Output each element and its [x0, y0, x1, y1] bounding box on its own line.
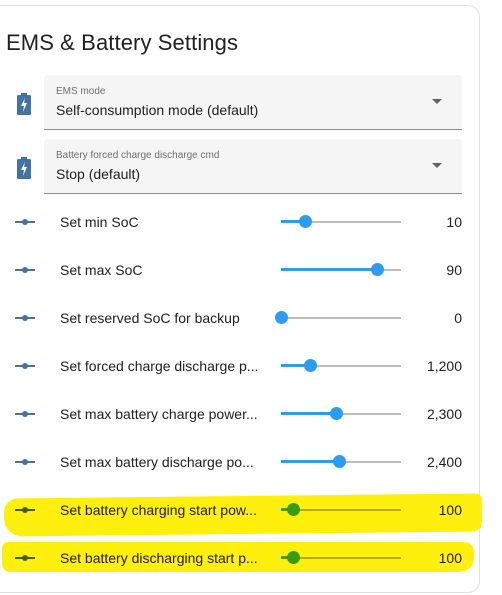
number-slider[interactable]: [281, 551, 401, 564]
select-value: Stop (default): [56, 166, 141, 182]
number-row: Set forced charge discharge p... 1,200: [0, 351, 480, 381]
number-value: 2,300: [426, 406, 462, 422]
number-value: 1,200: [426, 358, 462, 374]
select-label: EMS mode: [56, 86, 106, 97]
select-row-ems-mode: EMS mode Self-consumption mode (default): [0, 75, 480, 130]
number-slider[interactable]: [281, 503, 401, 516]
number-label: Set min SoC: [60, 214, 139, 230]
number-slider[interactable]: [281, 359, 401, 372]
select-value: Self-consumption mode (default): [56, 102, 259, 118]
number-value: 100: [438, 550, 462, 566]
slider-thumb[interactable]: [330, 407, 344, 420]
ray-vertex-icon: [15, 459, 35, 465]
number-value: 0: [454, 310, 462, 326]
ray-vertex-icon: [15, 363, 35, 369]
number-row: Set battery charging start pow... 100: [0, 495, 480, 525]
slider-fill: [281, 268, 377, 271]
forced-cmd-select[interactable]: Battery forced charge discharge cmd Stop…: [44, 139, 462, 194]
number-slider[interactable]: [281, 407, 401, 420]
number-value: 2,400: [426, 454, 462, 470]
slider-thumb[interactable]: [371, 263, 384, 276]
number-slider[interactable]: [281, 263, 401, 276]
battery-charging-icon: [17, 157, 31, 179]
ray-vertex-icon: [15, 267, 35, 273]
slider-track: [281, 317, 401, 319]
number-row: Set max SoC 90: [0, 255, 480, 285]
slider-thumb[interactable]: [332, 455, 346, 468]
number-row: Set min SoC 10: [0, 207, 480, 237]
slider-thumb[interactable]: [303, 359, 317, 372]
number-row: Set max battery discharge po... 2,400: [0, 447, 480, 477]
number-label: Set battery discharging start p...: [60, 550, 258, 566]
slider-thumb[interactable]: [287, 551, 300, 564]
number-row: Set max battery charge power... 2,300: [0, 399, 480, 429]
number-slider[interactable]: [281, 215, 401, 228]
number-label: Set forced charge discharge p...: [60, 358, 259, 374]
number-label: Set max SoC: [60, 262, 143, 278]
ray-vertex-icon: [15, 315, 35, 321]
number-label: Set battery charging start pow...: [60, 502, 257, 518]
slider-thumb[interactable]: [299, 215, 312, 228]
select-label: Battery forced charge discharge cmd: [56, 150, 220, 161]
number-label: Set max battery discharge po...: [60, 454, 254, 470]
ray-vertex-icon: [15, 219, 35, 225]
dropdown-arrow-icon[interactable]: [432, 163, 442, 168]
number-label: Set reserved SoC for backup: [60, 310, 240, 326]
number-slider[interactable]: [275, 311, 401, 324]
number-slider[interactable]: [281, 455, 401, 468]
dropdown-arrow-icon[interactable]: [432, 99, 442, 104]
ray-vertex-icon: [15, 507, 35, 513]
number-value: 10: [446, 214, 462, 230]
slider-fill: [281, 412, 337, 415]
slider-fill: [281, 460, 339, 463]
ray-vertex-icon: [15, 555, 35, 561]
number-row: Set reserved SoC for backup 0: [0, 303, 480, 333]
select-row-forced-cmd: Battery forced charge discharge cmd Stop…: [0, 139, 480, 194]
card-title: EMS & Battery Settings: [6, 30, 239, 55]
slider-thumb[interactable]: [287, 503, 300, 516]
number-value: 90: [446, 262, 462, 278]
ems-mode-select[interactable]: EMS mode Self-consumption mode (default): [44, 75, 462, 130]
number-label: Set max battery charge power...: [60, 406, 258, 422]
number-row: Set battery discharging start p... 100: [0, 543, 480, 573]
slider-thumb[interactable]: [275, 311, 288, 324]
ray-vertex-icon: [15, 411, 35, 417]
number-value: 100: [438, 502, 462, 518]
battery-charging-icon: [17, 93, 31, 115]
